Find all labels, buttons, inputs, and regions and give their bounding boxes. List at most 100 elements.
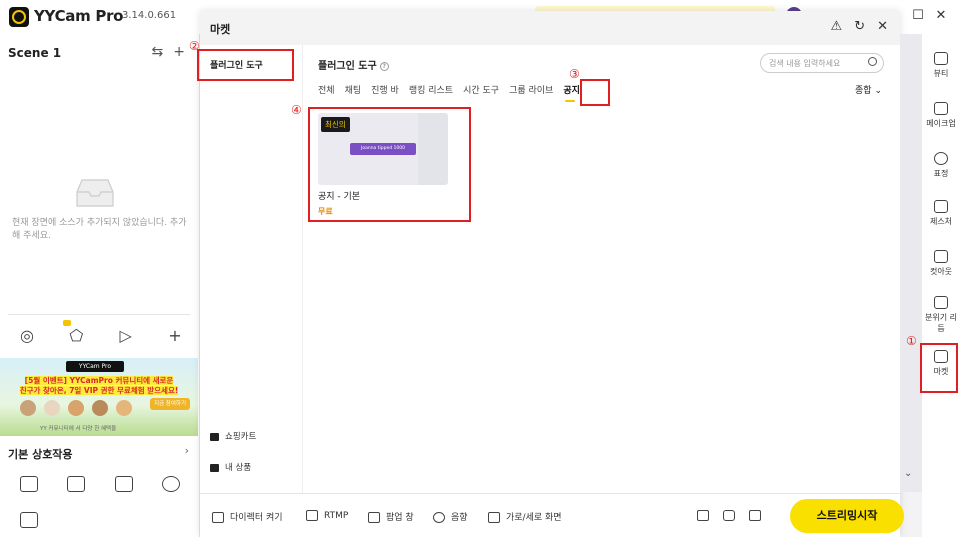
banner-logo: YYCam Pro (66, 361, 124, 372)
makeup-icon (934, 102, 948, 115)
product-icon (210, 463, 219, 472)
add-source-icon[interactable]: + (164, 324, 186, 346)
banner-join-button[interactable]: 지금 참여하기 (150, 398, 190, 410)
beauty-icon (934, 52, 948, 65)
scene-panel: Scene 1 ⇆ + 현재 장면에 소스가 추가되지 않았습니다. 추가해 주… (0, 34, 200, 537)
annotation-box-2 (197, 49, 294, 81)
hand-icon (934, 200, 948, 213)
restore-icon[interactable]: ☐ (909, 8, 927, 23)
audio-icon (433, 512, 445, 523)
rtmp-icon (306, 510, 318, 521)
sort-dropdown[interactable]: 종합 ⌄ (855, 83, 882, 96)
modal-title: 마켓 (210, 23, 231, 36)
start-streaming-button[interactable]: 스트리밍시작 (790, 499, 904, 533)
sidebar-item-expression[interactable]: 표정 (922, 152, 960, 179)
section-title: 플러그인 도구? (318, 57, 389, 72)
market-modal: 마켓 ⚠ ↻ ✕ 플러그인 도구 쇼핑카트 내 상품 플러그인 도구? 검색 내… (200, 11, 904, 537)
annotation-box-1 (920, 343, 958, 393)
scroll-track[interactable] (900, 34, 922, 492)
popup-button[interactable]: 팝업 창 (368, 510, 414, 523)
search-input[interactable]: 검색 내용 입력하세요 (760, 53, 884, 73)
category-tabs: 전체 채팅 진행 바 랭킹 리스트 시간 도구 그룹 라이브 공지 (318, 83, 590, 102)
add-scene-icon[interactable]: + (173, 44, 185, 60)
annotation-number-4: ④ (291, 103, 302, 117)
banner-headline: [5월 이벤트] YYCamPro 커뮤니티에 새로운 친구가 찾아온, 7일 … (19, 376, 179, 395)
scene-toolbar: ⇆ + (152, 44, 185, 60)
warning-icon[interactable]: ⚠ (831, 19, 843, 34)
chevron-down-icon[interactable]: ⌄ (904, 468, 912, 479)
scene-title[interactable]: Scene 1 (8, 46, 61, 60)
sidebar-item-cart[interactable]: 쇼핑카트 (210, 430, 256, 442)
director-icon (212, 512, 224, 523)
audio-button[interactable]: 음향 (433, 510, 468, 523)
tab-all[interactable]: 전체 (318, 83, 335, 96)
tab-ranking-list[interactable]: 랭킹 리스트 (409, 83, 453, 96)
video-record-icon[interactable] (749, 510, 761, 521)
camera-icon[interactable] (723, 510, 735, 521)
orientation-icon (488, 512, 500, 523)
shapes-icon[interactable]: ⬠ (63, 320, 87, 346)
app-name: YYCam Pro (34, 7, 124, 25)
record-icon[interactable]: ◎ (16, 324, 38, 346)
scene-settings-icon[interactable]: ⇆ (152, 44, 164, 60)
banner-animal (68, 400, 84, 416)
layout-icon[interactable] (697, 510, 709, 521)
tab-notice[interactable]: 공지 (563, 83, 580, 102)
event-banner[interactable]: YYCam Pro [5월 이벤트] YYCamPro 커뮤니티에 새로운 친구… (0, 358, 198, 436)
bottom-toolbar: 다이렉터 켜기 RTMP 팝업 창 음향 가로/세로 화면 스트리밍시작 (200, 493, 904, 537)
market-bag-icon[interactable] (20, 512, 38, 528)
app-window: YYCam Pro 3.14.0.661 ☐ ✕ Scene 1 ⇆ + 현재 … (0, 0, 960, 537)
face-icon (934, 152, 948, 165)
video-icon[interactable]: ▷ (115, 324, 137, 346)
sidebar-item-mood[interactable]: 분위기 리듬 (922, 296, 960, 334)
tab-group-live[interactable]: 그룹 라이브 (509, 83, 553, 96)
basic-interaction-row (20, 476, 180, 492)
sidebar-item-beauty[interactable]: 뷰티 (922, 52, 960, 79)
sidebar-item-gesture[interactable]: 제스처 (922, 200, 960, 227)
annotation-box-4 (308, 107, 471, 222)
sidebar-item-makeup[interactable]: 메이크업 (922, 102, 960, 129)
sparkle-icon (934, 296, 948, 309)
refresh-icon[interactable]: ↻ (854, 19, 865, 34)
tab-chat[interactable]: 채팅 (345, 83, 362, 96)
annotation-number-2: ② (189, 39, 200, 53)
empty-scene-text: 현재 장면에 소스가 추가되지 않았습니다. 추가해 주세요. (12, 218, 187, 241)
help-icon[interactable]: ? (379, 61, 389, 71)
market-sidebar: 플러그인 도구 쇼핑카트 내 상품 (200, 45, 303, 493)
tab-time-tools[interactable]: 시간 도구 (463, 83, 499, 96)
banner-footer: YY 커뮤니티에 서 다양 한 혜택을 (40, 426, 117, 432)
modal-header-icons: ⚠ ↻ ✕ (831, 19, 888, 34)
modal-header: 마켓 ⚠ ↻ ✕ (200, 11, 900, 45)
chevron-right-icon[interactable]: › (185, 444, 189, 457)
banner-animal (20, 400, 36, 416)
popup-icon (368, 512, 380, 523)
orientation-button[interactable]: 가로/세로 화면 (488, 510, 562, 523)
source-toolbar: ◎ ⬠ ▷ + (16, 320, 186, 346)
close-window-icon[interactable]: ✕ (932, 8, 950, 23)
annotation-number-1: ① (906, 334, 917, 348)
app-version: 3.14.0.661 (122, 10, 177, 21)
cart-icon (210, 432, 219, 441)
cutout-icon (934, 250, 948, 263)
director-button[interactable]: 다이렉터 켜기 (212, 510, 283, 523)
feature-sidebar: 뷰티 메이크업 표정 제스처 컷아웃 분위기 리듬 마켓 (922, 34, 960, 537)
sidebar-item-my-products[interactable]: 내 상품 (210, 461, 251, 473)
tab-progress-bar[interactable]: 진행 바 (371, 83, 399, 96)
app-logo-icon (9, 7, 29, 27)
banner-animal (116, 400, 132, 416)
banner-animal (92, 400, 108, 416)
gift-icon[interactable] (20, 476, 38, 492)
close-icon[interactable]: ✕ (877, 19, 888, 34)
search-icon[interactable] (868, 57, 877, 66)
annotation-box-3 (580, 79, 610, 106)
star-icon[interactable] (161, 476, 180, 492)
annotation-number-3: ③ (569, 67, 580, 81)
basic-interaction-title: 기본 상호작용 (8, 448, 73, 461)
banner-animal (44, 400, 60, 416)
devices-icon[interactable] (114, 476, 133, 492)
chart-icon[interactable] (67, 476, 86, 492)
empty-inbox-icon (76, 179, 114, 207)
divider (8, 314, 190, 315)
sidebar-item-cutout[interactable]: 컷아웃 (922, 250, 960, 277)
rtmp-button[interactable]: RTMP (306, 510, 348, 521)
